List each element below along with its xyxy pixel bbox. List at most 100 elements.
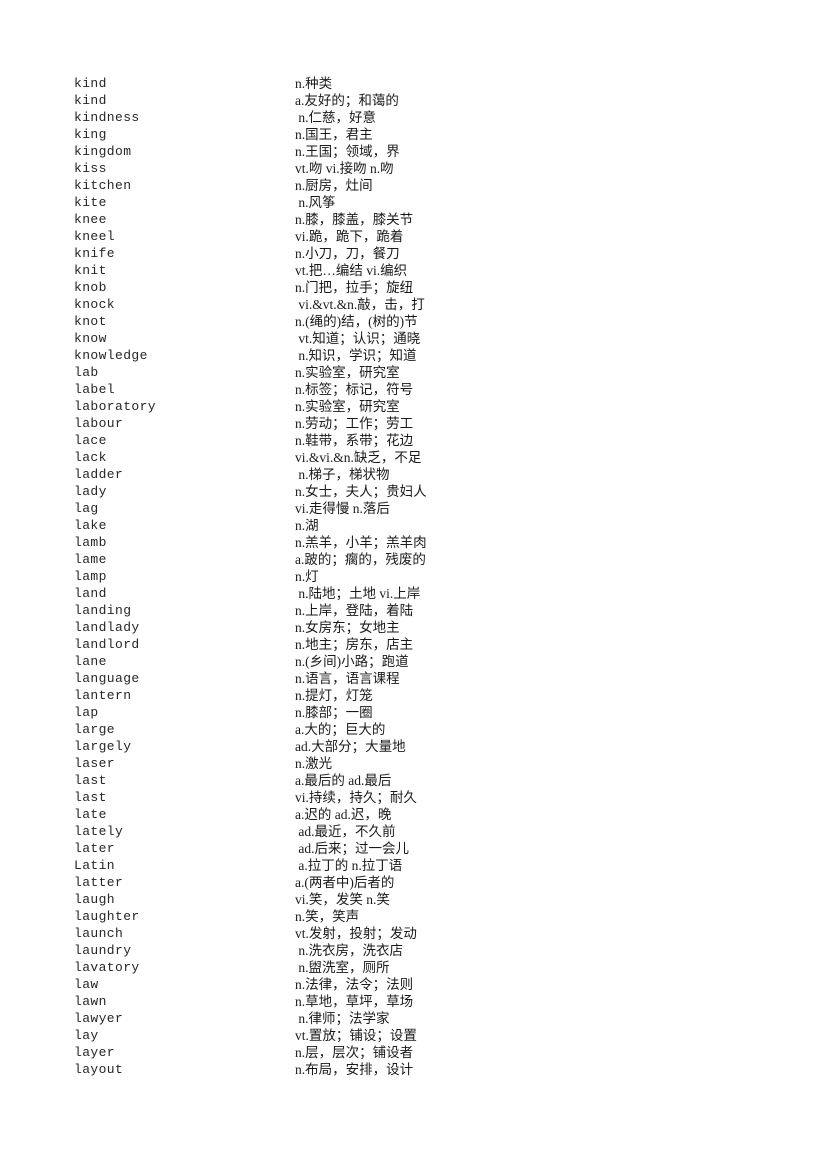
entry-definition: n.国王，君主 bbox=[295, 127, 373, 142]
entry-definition: n.盥洗室，厕所 bbox=[295, 960, 390, 975]
glossary-entry: label n.标签；标记，符号 bbox=[0, 381, 827, 398]
entry-term: lavatory bbox=[74, 960, 140, 975]
entry-term: laughter bbox=[74, 909, 140, 924]
entry-definition: n.律师；法学家 bbox=[295, 1011, 390, 1026]
glossary-entry: laughter n.笑，笑声 bbox=[0, 908, 827, 925]
entry-definition: vt.把…编结 vi.编织 bbox=[295, 263, 408, 278]
entry-definition: n.羔羊，小羊；羔羊肉 bbox=[295, 535, 427, 550]
glossary-entry: know vt.知道；认识；通晓 bbox=[0, 330, 827, 347]
entry-term: last bbox=[74, 773, 107, 788]
entry-term: lag bbox=[74, 501, 99, 516]
glossary-entry: kind a.友好的；和蔼的 bbox=[0, 92, 827, 109]
entry-definition: a.最后的 ad.最后 bbox=[295, 773, 392, 788]
entry-definition: n.女房东；女地主 bbox=[295, 620, 400, 635]
entry-definition: a.大的；巨大的 bbox=[295, 722, 386, 737]
entry-definition: n.地主；房东，店主 bbox=[295, 637, 414, 652]
entry-term: kind bbox=[74, 93, 107, 108]
glossary-entry: kiss vt.吻 vi.接吻 n.吻 bbox=[0, 160, 827, 177]
glossary-entry: launch vt.发射，投射；发动 bbox=[0, 925, 827, 942]
glossary-entry: laser n.激光 bbox=[0, 755, 827, 772]
entry-definition: n.风筝 bbox=[295, 195, 336, 210]
entry-term: knowledge bbox=[74, 348, 148, 363]
glossary-entry: lame a.跛的；瘸的，残废的 bbox=[0, 551, 827, 568]
glossary-list: kind n.种类 kind a.友好的；和蔼的 kindness n.仁慈，好意 kin… bbox=[0, 75, 827, 1078]
entry-term: laundry bbox=[74, 943, 132, 958]
entry-term: knob bbox=[74, 280, 107, 295]
glossary-entry: laugh vi.笑，发笑 n.笑 bbox=[0, 891, 827, 908]
glossary-entry: Latin a.拉丁的 n.拉丁语 bbox=[0, 857, 827, 874]
glossary-entry: lace n.鞋带，系带；花边 bbox=[0, 432, 827, 449]
entry-term: law bbox=[74, 977, 99, 992]
entry-definition: n.灯 bbox=[295, 569, 319, 584]
entry-term: kind bbox=[74, 76, 107, 91]
glossary-entry: landing n.上岸，登陆，着陆 bbox=[0, 602, 827, 619]
glossary-entry: latter a.(两者中)后者的 bbox=[0, 874, 827, 891]
entry-term: language bbox=[74, 671, 140, 686]
glossary-entry: knob n.门把，拉手；旋纽 bbox=[0, 279, 827, 296]
entry-definition: a.迟的 ad.迟，晚 bbox=[295, 807, 392, 822]
entry-definition: n.(绳的)结，(树的)节 bbox=[295, 314, 418, 329]
glossary-entry: kneel vi.跪，跪下，跪着 bbox=[0, 228, 827, 245]
glossary-entry: lantern n.提灯，灯笼 bbox=[0, 687, 827, 704]
glossary-entry: ladder n.梯子，梯状物 bbox=[0, 466, 827, 483]
entry-definition: n.激光 bbox=[295, 756, 333, 771]
glossary-entry: kind n.种类 bbox=[0, 75, 827, 92]
glossary-entry: lack vi.&vi.&n.缺乏，不足 bbox=[0, 449, 827, 466]
glossary-entry: late a.迟的 ad.迟，晚 bbox=[0, 806, 827, 823]
entry-definition: n.膝部；一圈 bbox=[295, 705, 373, 720]
entry-definition: n.小刀，刀，餐刀 bbox=[295, 246, 400, 261]
document-page: kind n.种类 kind a.友好的；和蔼的 kindness n.仁慈，好意 kin… bbox=[0, 0, 827, 1170]
entry-definition: vi.笑，发笑 n.笑 bbox=[295, 892, 390, 907]
entry-term: landlord bbox=[74, 637, 140, 652]
entry-term: lap bbox=[74, 705, 99, 720]
entry-term: large bbox=[74, 722, 116, 737]
glossary-entry: knock vi.&vt.&n.敲，击，打 bbox=[0, 296, 827, 313]
entry-term: Latin bbox=[74, 858, 116, 873]
entry-term: last bbox=[74, 790, 107, 805]
entry-term: laboratory bbox=[74, 399, 157, 414]
entry-term: lawn bbox=[74, 994, 107, 1009]
glossary-entry: kindness n.仁慈，好意 bbox=[0, 109, 827, 126]
glossary-entry: layer n.层，层次；铺设者 bbox=[0, 1044, 827, 1061]
entry-definition: n.劳动；工作；劳工 bbox=[295, 416, 414, 431]
glossary-entry: last a.最后的 ad.最后 bbox=[0, 772, 827, 789]
glossary-entry: lay vt.置放；铺设；设置 bbox=[0, 1027, 827, 1044]
entry-term: layer bbox=[74, 1045, 116, 1060]
entry-definition: vi.&vi.&n.缺乏，不足 bbox=[295, 450, 422, 465]
glossary-entry: knot n.(绳的)结，(树的)节 bbox=[0, 313, 827, 330]
entry-definition: n.知识，学识；知道 bbox=[295, 348, 417, 363]
entry-term: largely bbox=[74, 739, 132, 754]
entry-term: lately bbox=[74, 824, 124, 839]
entry-definition: ad.最近，不久前 bbox=[295, 824, 396, 839]
entry-definition: n.法律，法令；法则 bbox=[295, 977, 414, 992]
entry-definition: vt.知道；认识；通晓 bbox=[295, 331, 421, 346]
entry-definition: n.陆地；土地 vi.上岸 bbox=[295, 586, 421, 601]
glossary-entry: lawn n.草地，草坪，草场 bbox=[0, 993, 827, 1010]
entry-term: laugh bbox=[74, 892, 116, 907]
entry-term: lab bbox=[74, 365, 99, 380]
entry-term: kingdom bbox=[74, 144, 132, 159]
glossary-entry: land n.陆地；土地 vi.上岸 bbox=[0, 585, 827, 602]
entry-definition: n.提灯，灯笼 bbox=[295, 688, 373, 703]
entry-definition: n.草地，草坪，草场 bbox=[295, 994, 414, 1009]
entry-term: lack bbox=[74, 450, 107, 465]
glossary-entry: lap n.膝部；一圈 bbox=[0, 704, 827, 721]
glossary-entry: knit vt.把…编结 vi.编织 bbox=[0, 262, 827, 279]
entry-definition: a.友好的；和蔼的 bbox=[295, 93, 399, 108]
glossary-entry: kite n.风筝 bbox=[0, 194, 827, 211]
entry-definition: n.厨房，灶间 bbox=[295, 178, 373, 193]
entry-term: king bbox=[74, 127, 107, 142]
entry-definition: n.标签；标记，符号 bbox=[295, 382, 414, 397]
entry-definition: n.湖 bbox=[295, 518, 319, 533]
glossary-entry: lab n.实验室，研究室 bbox=[0, 364, 827, 381]
entry-definition: a.跛的；瘸的，残废的 bbox=[295, 552, 426, 567]
entry-definition: n.仁慈，好意 bbox=[295, 110, 376, 125]
glossary-entry: language n.语言，语言课程 bbox=[0, 670, 827, 687]
glossary-entry: last vi.持续，持久；耐久 bbox=[0, 789, 827, 806]
entry-definition: n.鞋带，系带；花边 bbox=[295, 433, 414, 448]
entry-definition: vi.跪，跪下，跪着 bbox=[295, 229, 404, 244]
glossary-entry: large a.大的；巨大的 bbox=[0, 721, 827, 738]
entry-definition: a.(两者中)后者的 bbox=[295, 875, 395, 890]
entry-term: knee bbox=[74, 212, 107, 227]
glossary-entry: lamb n.羔羊，小羊；羔羊肉 bbox=[0, 534, 827, 551]
